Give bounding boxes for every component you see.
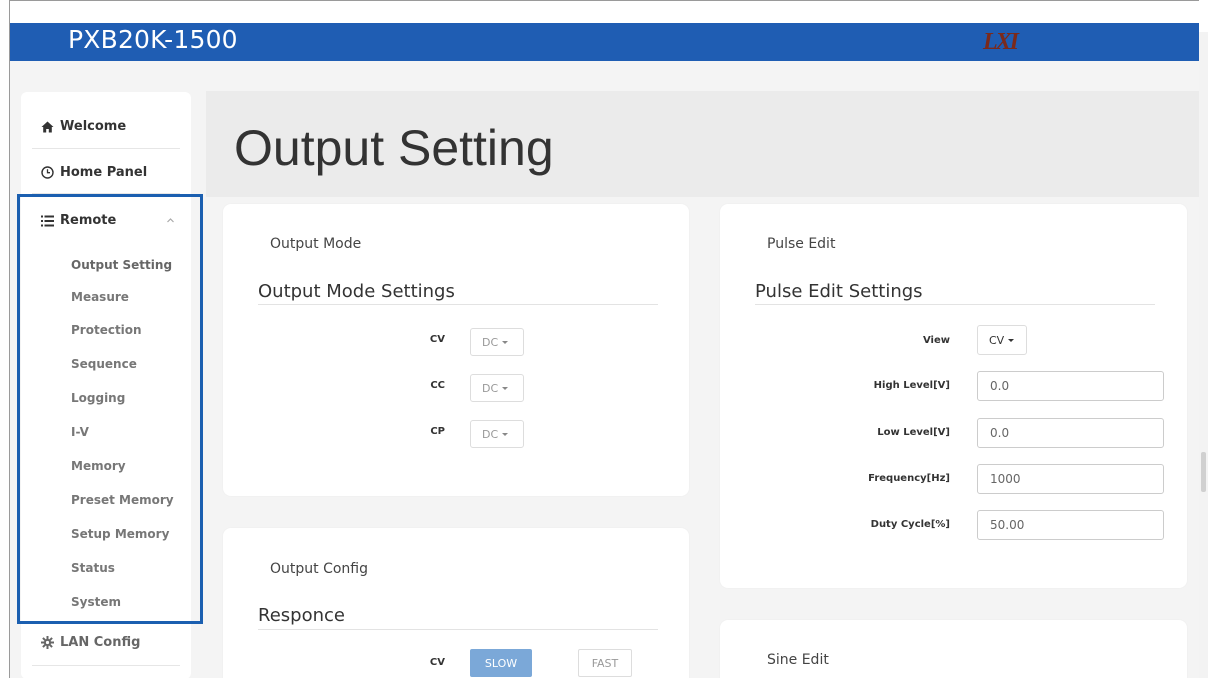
dropdown-value: DC bbox=[482, 335, 499, 349]
gear-icon bbox=[41, 636, 54, 649]
frequency-input[interactable]: 1000 bbox=[977, 464, 1164, 494]
sidebar-item-label: Home Panel bbox=[60, 165, 148, 180]
output-config-card: Output Config Responce CV SLOW FAST bbox=[223, 528, 689, 678]
divider bbox=[32, 148, 180, 149]
view-label: View bbox=[922, 335, 950, 346]
clock-icon bbox=[41, 166, 54, 179]
low-level-label: Low Level[V] bbox=[877, 427, 950, 438]
section-title: Pulse Edit Settings bbox=[755, 281, 923, 302]
view-dropdown[interactable]: CV bbox=[977, 325, 1027, 355]
caret-down-icon bbox=[502, 386, 509, 390]
dropdown-value: DC bbox=[482, 381, 499, 395]
top-header-bar: PXB20K-1500 LXI bbox=[10, 23, 1199, 61]
output-mode-card: Output Mode Output Mode Settings CV DC C… bbox=[223, 204, 689, 496]
cp-mode-dropdown[interactable]: DC bbox=[470, 420, 524, 448]
cc-label: CC bbox=[430, 380, 445, 391]
caret-down-icon bbox=[1008, 338, 1015, 342]
app-window: PXB20K-1500 LXI Welcome Home Panel Remot… bbox=[9, 0, 1199, 678]
section-title: Output Mode Settings bbox=[258, 281, 455, 302]
divider bbox=[258, 629, 658, 630]
frequency-label: Frequency[Hz] bbox=[868, 473, 950, 484]
page-title: Output Setting bbox=[234, 120, 554, 176]
caret-down-icon bbox=[502, 432, 509, 436]
section-title: Responce bbox=[258, 605, 345, 626]
cv-response-label: CV bbox=[429, 657, 445, 668]
sidebar-item-label: LAN Config bbox=[60, 635, 141, 650]
high-level-label: High Level[V] bbox=[873, 380, 950, 391]
fast-button[interactable]: FAST bbox=[578, 649, 632, 677]
cp-label: CP bbox=[430, 426, 445, 437]
dropdown-value: DC bbox=[482, 427, 499, 441]
slow-button[interactable]: SLOW bbox=[470, 649, 532, 677]
card-label: Output Config bbox=[270, 561, 368, 577]
sidebar-item-welcome[interactable]: Welcome bbox=[41, 119, 126, 134]
dropdown-value: CV bbox=[989, 333, 1005, 347]
lxi-logo: LXI bbox=[983, 29, 1019, 55]
cv-mode-dropdown[interactable]: DC bbox=[470, 328, 524, 356]
scrollbar[interactable] bbox=[1199, 32, 1208, 678]
home-icon bbox=[41, 121, 54, 133]
high-level-input[interactable]: 0.0 bbox=[977, 371, 1164, 401]
cv-label: CV bbox=[429, 334, 445, 345]
caret-down-icon bbox=[502, 340, 509, 344]
divider bbox=[32, 665, 180, 666]
scrollbar-thumb[interactable] bbox=[1201, 452, 1206, 492]
duty-cycle-label: Duty Cycle[%] bbox=[870, 519, 950, 530]
low-level-input[interactable]: 0.0 bbox=[977, 418, 1164, 448]
sine-edit-card: Sine Edit bbox=[720, 620, 1187, 678]
card-label: Pulse Edit bbox=[767, 236, 836, 252]
card-label: Output Mode bbox=[270, 236, 362, 252]
card-label: Sine Edit bbox=[767, 652, 829, 668]
sidebar-item-lan-config[interactable]: LAN Config bbox=[41, 635, 140, 650]
sidebar-item-label: Welcome bbox=[60, 119, 127, 134]
remote-menu-highlight bbox=[17, 194, 203, 624]
cc-mode-dropdown[interactable]: DC bbox=[470, 374, 524, 402]
app-title: PXB20K-1500 bbox=[68, 25, 238, 54]
pulse-edit-card: Pulse Edit Pulse Edit Settings View CV H… bbox=[720, 204, 1187, 588]
divider bbox=[755, 304, 1155, 305]
page-header: Output Setting bbox=[206, 91, 1199, 197]
divider bbox=[258, 304, 658, 305]
sidebar-item-home-panel[interactable]: Home Panel bbox=[41, 165, 147, 180]
duty-cycle-input[interactable]: 50.00 bbox=[977, 510, 1164, 540]
